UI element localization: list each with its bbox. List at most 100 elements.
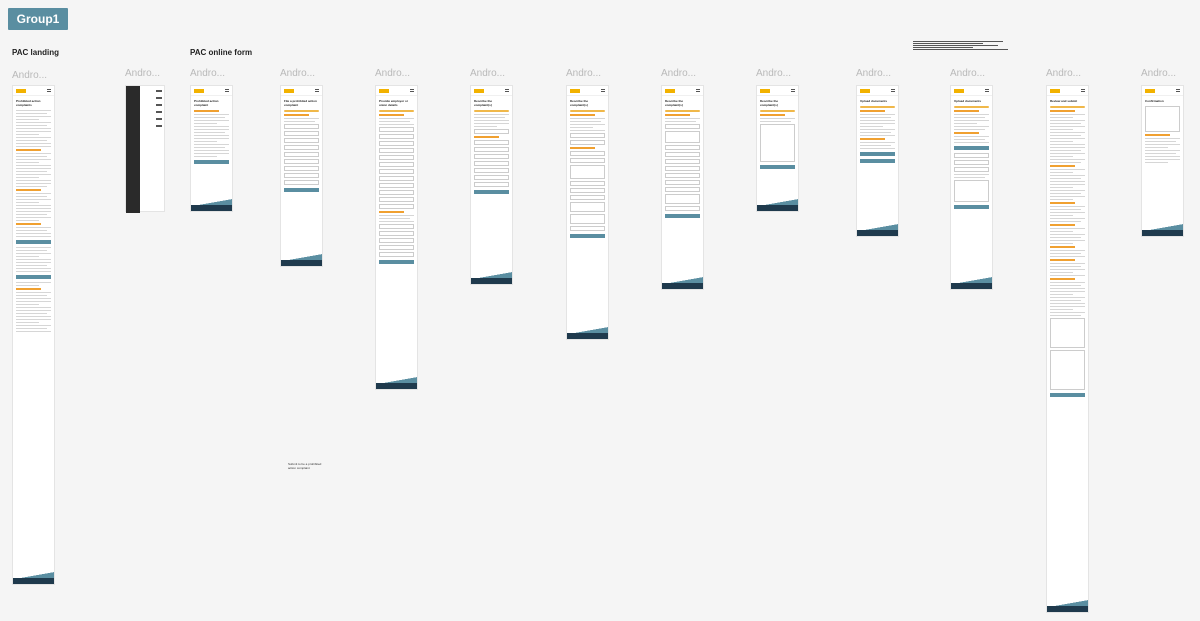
next-button[interactable] (760, 165, 795, 169)
progress-bar (665, 110, 700, 112)
next-button[interactable] (284, 188, 319, 192)
group-label[interactable]: Group1 (8, 8, 68, 30)
frame-label: Andro... (470, 68, 506, 79)
menu-icon[interactable] (505, 89, 509, 92)
frame-label: Andro... (856, 68, 892, 79)
section-pac-landing: PAC landing (12, 48, 59, 57)
next-button[interactable] (860, 159, 895, 163)
android-frame-upload-1[interactable]: Upload documents (856, 85, 899, 237)
progress-bar (284, 110, 319, 112)
annotation-note (913, 40, 1013, 51)
frame-label: Andro... (756, 68, 792, 79)
next-button[interactable] (954, 205, 989, 209)
text-field[interactable] (284, 138, 319, 143)
frame-title: File a prohibited action complaint (284, 99, 317, 107)
frame-label: Andro... (950, 68, 986, 79)
logo (570, 89, 580, 93)
frame-title: Confirmation (1145, 99, 1164, 103)
menu-icon[interactable] (985, 89, 989, 92)
android-frame-confirmation[interactable]: Confirmation (1141, 85, 1184, 237)
menu-icon[interactable] (225, 89, 229, 92)
progress-bar (379, 110, 414, 112)
android-frame-employer-details[interactable]: Provide employer or union details (375, 85, 418, 390)
section-pac-online-form: PAC online form (190, 48, 253, 57)
frame-label: Andro... (1046, 68, 1082, 79)
android-frame-review[interactable]: Review and submit (1046, 85, 1089, 613)
frame-title: Prohibited action complaint (194, 99, 219, 107)
text-field[interactable] (284, 124, 319, 129)
declaration-box[interactable] (1050, 350, 1085, 390)
next-button[interactable] (570, 234, 605, 238)
upload-button[interactable] (954, 146, 989, 150)
frame-title: Describe the complaint(s) (760, 99, 779, 107)
text-field[interactable] (284, 145, 319, 150)
android-frame-menu[interactable] (125, 85, 165, 213)
android-frame-file-complaint[interactable]: File a prohibited action complaint (280, 85, 323, 267)
start-button[interactable] (194, 160, 229, 164)
frame-title: Describe the complaint(s) (570, 99, 589, 107)
text-field[interactable] (284, 166, 319, 171)
declaration-box[interactable] (1050, 318, 1085, 348)
frame-label: Andro... (12, 70, 48, 81)
cta-button[interactable] (16, 275, 51, 279)
android-frame-describe-2[interactable]: Describe the complaint(s) (566, 85, 609, 340)
menu-icon[interactable] (696, 89, 700, 92)
logo (760, 89, 770, 93)
frame-title: Upload documents (954, 99, 982, 103)
frame-title: Describe the complaint(s) (474, 99, 493, 107)
android-frame-intro[interactable]: Prohibited action complaint (190, 85, 233, 212)
next-button[interactable] (474, 190, 509, 194)
progress-bar (860, 106, 895, 108)
logo (665, 89, 675, 93)
frame-title: Review and submit (1050, 99, 1078, 103)
frame-label: Andro... (375, 68, 411, 79)
text-field[interactable] (284, 152, 319, 157)
text-area[interactable] (954, 180, 989, 202)
android-frame-describe-3[interactable]: Describe the complaint(s) (661, 85, 704, 290)
bottom-note: Submit to be a prohibited action complai… (288, 462, 322, 470)
phone-header (13, 86, 54, 96)
frame-label: Andro... (280, 68, 316, 79)
logo (194, 89, 204, 93)
submit-button[interactable] (1050, 393, 1085, 397)
frame-title: Prohibited action complaints (16, 99, 41, 107)
text-field[interactable] (284, 180, 319, 185)
menu-icon[interactable] (1081, 89, 1085, 92)
text-area[interactable] (760, 124, 795, 162)
menu-icon[interactable] (891, 89, 895, 92)
text-field[interactable] (284, 173, 319, 178)
cta-button[interactable] (16, 240, 51, 244)
logo (954, 89, 964, 93)
menu-icon[interactable] (47, 89, 51, 92)
logo (379, 89, 389, 93)
menu-overlay (126, 86, 140, 213)
next-button[interactable] (665, 214, 700, 218)
android-frame-describe-4[interactable]: Describe the complaint(s) (756, 85, 799, 212)
frame-label: Andro... (566, 68, 602, 79)
frame-label: Andro... (190, 68, 226, 79)
text-field[interactable] (284, 131, 319, 136)
frame-title: Upload documents (860, 99, 888, 103)
android-frame-describe-1[interactable]: Describe the complaint(s) (470, 85, 513, 285)
logo (860, 89, 870, 93)
menu-icon[interactable] (410, 89, 414, 92)
frame-label: Andro... (125, 68, 161, 79)
android-frame-landing[interactable]: Prohibited action complaints (12, 85, 55, 585)
logo (1145, 89, 1155, 93)
text-field[interactable] (284, 159, 319, 164)
menu-icon[interactable] (601, 89, 605, 92)
frame-label: Andro... (1141, 68, 1177, 79)
progress-bar (760, 110, 795, 112)
progress-bar (954, 106, 989, 108)
logo (284, 89, 294, 93)
upload-button[interactable] (860, 152, 895, 156)
menu-icon[interactable] (1176, 89, 1180, 92)
menu-icon[interactable] (315, 89, 319, 92)
logo (1050, 89, 1060, 93)
progress-bar (1050, 106, 1085, 108)
progress-bar (570, 110, 605, 112)
menu-icon[interactable] (791, 89, 795, 92)
frame-label: Andro... (661, 68, 697, 79)
android-frame-upload-2[interactable]: Upload documents (950, 85, 993, 290)
next-button[interactable] (379, 260, 414, 264)
